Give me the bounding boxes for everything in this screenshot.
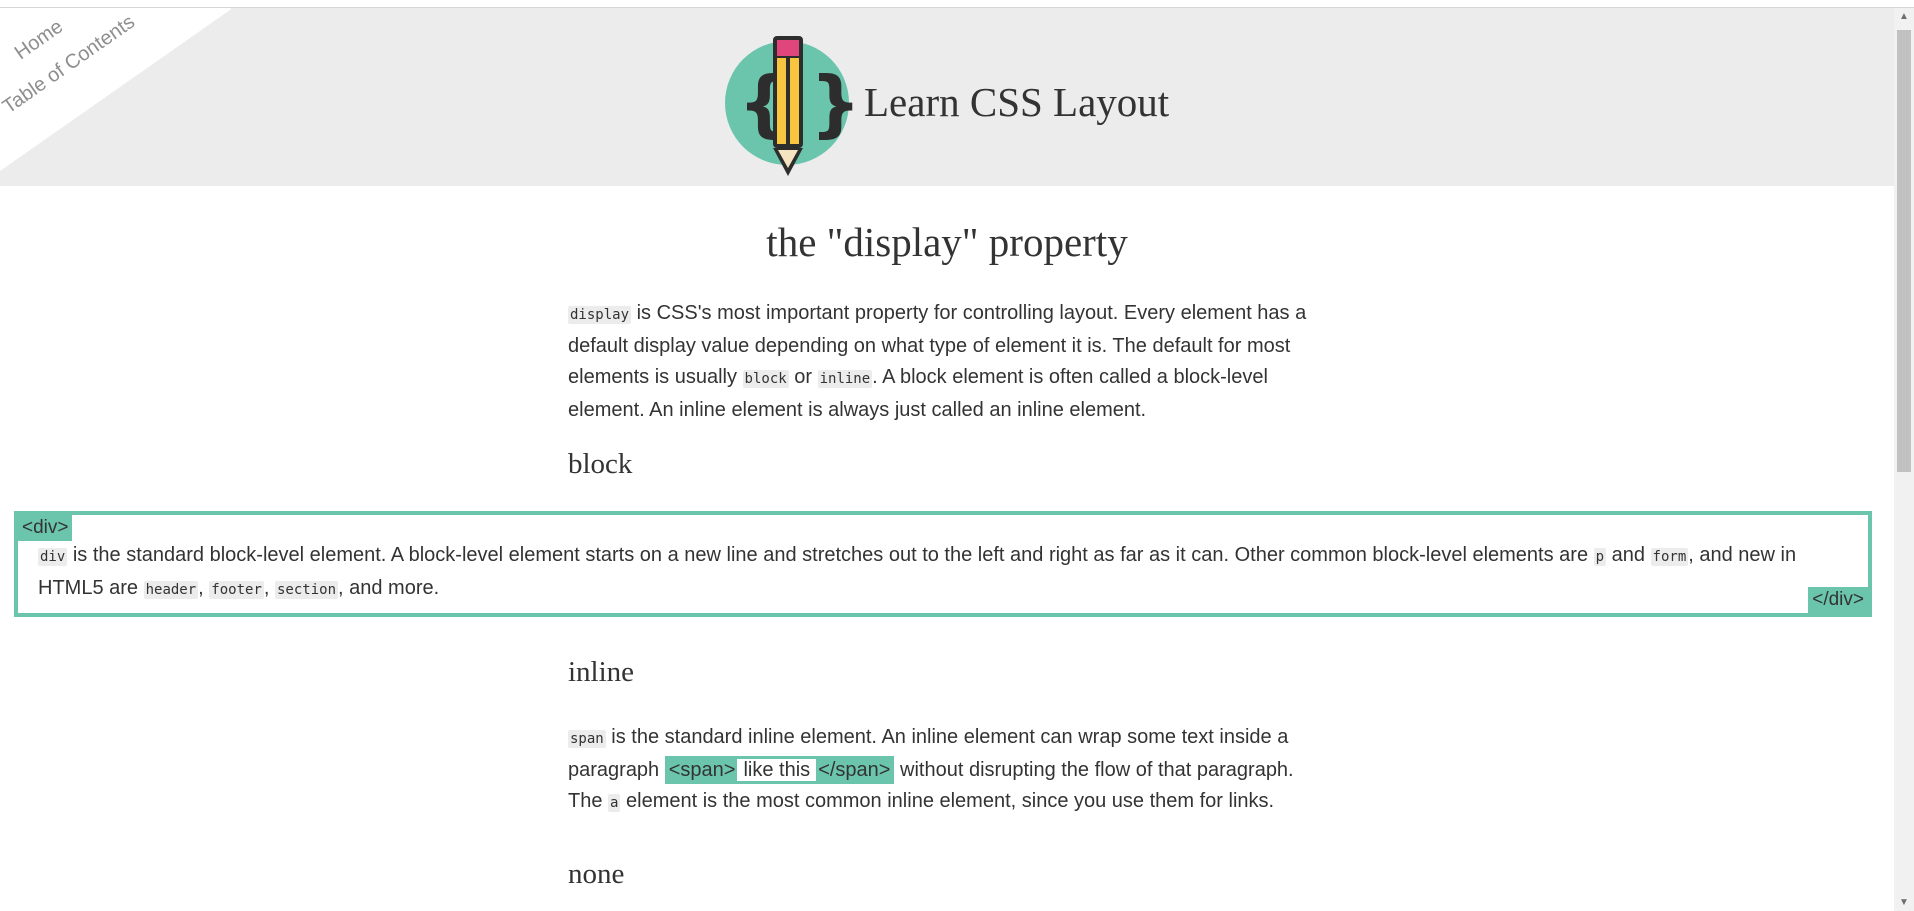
block-demo-text: div is the standard block-level element.…	[38, 540, 1856, 606]
window-top-border	[0, 0, 1914, 8]
inline-code: a	[608, 794, 621, 812]
paragraph-text: and	[1606, 544, 1651, 566]
div-open-tag: <div>	[18, 515, 73, 541]
scrollbar-thumb[interactable]	[1897, 30, 1911, 472]
paragraph-text: is the standard block-level element. A b…	[67, 544, 1594, 566]
page-title: the "display" property	[766, 219, 1128, 265]
inline-code: header	[143, 581, 199, 599]
block-heading: block	[568, 448, 633, 480]
span-inner-text: like this	[737, 759, 817, 781]
none-heading: none	[568, 858, 625, 890]
inline-span-demo: <span> like this </span>	[664, 756, 895, 784]
div-close-tag: </div>	[1808, 587, 1868, 613]
inline-paragraph: span is the standard inline element. An …	[568, 722, 1328, 819]
paragraph-text: element is the most common inline elemen…	[620, 790, 1275, 812]
site-header: Home Table of Contents { } Learn CSS Lay…	[0, 8, 1894, 186]
svg-text:}: }	[810, 61, 854, 145]
pencil-braces-logo-icon[interactable]: { }	[724, 28, 854, 178]
paragraph-text: ,	[198, 577, 210, 599]
block-demo-box: <div> div is the standard block-level el…	[14, 511, 1872, 617]
paragraph-text: ,	[263, 577, 275, 599]
inline-code: display	[568, 306, 632, 324]
inline-code: footer	[209, 581, 264, 599]
span-close-tag: </span>	[818, 759, 891, 781]
inline-code: span	[568, 730, 606, 748]
scroll-up-arrow-icon[interactable]: ▲	[1894, 8, 1914, 25]
page-viewport: Home Table of Contents { } Learn CSS Lay…	[0, 8, 1894, 911]
intro-paragraph: display is CSS's most important property…	[568, 298, 1328, 426]
inline-heading: inline	[568, 656, 635, 688]
inline-code: form	[1650, 548, 1689, 566]
paragraph-text: , and more.	[338, 577, 440, 599]
inline-code: inline	[817, 370, 873, 388]
paragraph-text: or	[788, 366, 818, 388]
inline-code: div	[38, 548, 68, 566]
scroll-down-arrow-icon[interactable]: ▼	[1894, 894, 1914, 911]
inline-code: p	[1593, 548, 1607, 566]
span-open-tag: <span>	[668, 759, 736, 781]
inline-code: block	[742, 370, 789, 388]
inline-code: section	[275, 581, 339, 599]
vertical-scrollbar[interactable]: ▲ ▼	[1894, 8, 1914, 911]
site-title[interactable]: Learn CSS Layout	[864, 78, 1169, 126]
